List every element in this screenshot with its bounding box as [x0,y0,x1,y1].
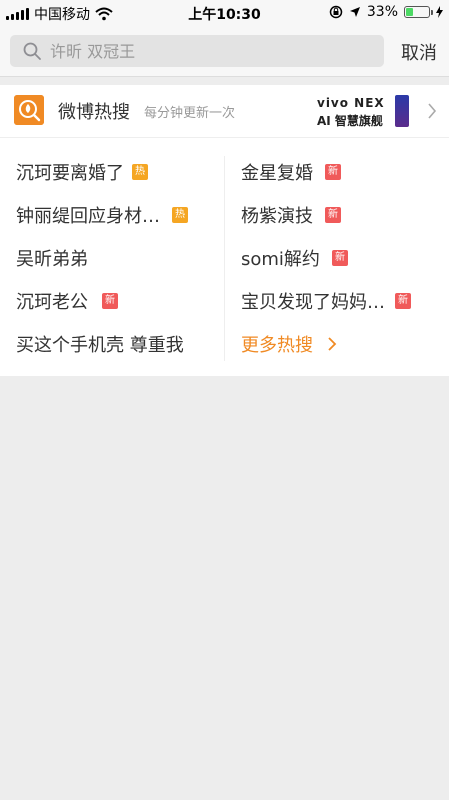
hot-item-left-5[interactable]: 买这个手机壳 尊重我 [16,329,184,359]
cancel-button[interactable]: 取消 [401,39,437,65]
hot-badge: 热 [132,164,148,180]
rotation-lock-icon [329,5,343,19]
ad-phone-image [395,95,409,127]
hot-item-right-2[interactable]: 杨紫演技 新 [241,200,341,230]
more-hot-search-label: 更多热搜 [241,335,313,356]
hot-item-text: somi解约 [241,249,320,270]
location-arrow-icon [349,7,360,17]
ad-line2: AI 智慧旗舰 [317,114,383,128]
search-header: 取消 [0,26,449,77]
battery-icon [404,6,433,18]
hot-item-text: 买这个手机壳 尊重我 [16,335,184,356]
hot-search-title: 微博热搜 [58,102,130,123]
hot-item-left-4[interactable]: 沉珂老公 新 [16,286,118,316]
hot-item-text: 钟丽缇回应身材… [16,206,160,227]
new-badge: 新 [325,207,341,223]
hot-search-header[interactable]: 微博热搜 每分钟更新一次 vivo NEX AI 智慧旗舰 [0,85,449,138]
ad-line1: vivo NEX [317,96,385,110]
search-icon [23,42,41,60]
chevron-right-icon[interactable] [427,102,437,120]
new-badge: 新 [395,293,411,309]
hot-item-right-1[interactable]: 金星复婚 新 [241,157,341,187]
battery-percent: 33% [366,4,398,20]
new-badge: 新 [325,164,341,180]
new-badge: 新 [331,250,348,266]
hot-item-text: 沉珂老公 [16,292,88,313]
hot-item-text: 宝贝发现了妈妈… [241,292,385,313]
hot-search-logo-icon [14,95,44,125]
ad-banner[interactable]: vivo NEX AI 智慧旗舰 [317,95,413,128]
new-badge: 新 [102,293,118,309]
hot-search-list: 沉珂要离婚了 热 钟丽缇回应身材… 热 吴昕弟弟 沉珂老公 新 买这个手机壳 尊… [0,138,449,376]
search-box[interactable] [10,35,384,67]
hot-item-text: 沉珂要离婚了 [16,163,124,184]
hot-item-left-2[interactable]: 钟丽缇回应身材… 热 [16,200,188,230]
hot-badge: 热 [172,207,188,223]
hot-item-text: 吴昕弟弟 [16,249,88,270]
search-input[interactable] [48,40,352,62]
charging-icon [436,6,443,18]
hot-item-right-3[interactable]: somi解约 新 [241,243,348,273]
status-bar: 中国移动 上午10:30 33% [0,0,449,26]
column-divider [224,156,225,361]
status-right: 33% [329,4,443,20]
chevron-right-icon [328,337,337,351]
hot-search-card: 微博热搜 每分钟更新一次 vivo NEX AI 智慧旗舰 沉珂要离婚了 热 钟… [0,85,449,376]
hot-item-left-3[interactable]: 吴昕弟弟 [16,243,88,273]
hot-item-text: 金星复婚 [241,163,313,184]
hot-item-text: 杨紫演技 [241,206,313,227]
hot-search-subtitle: 每分钟更新一次 [144,106,236,121]
hot-item-right-4[interactable]: 宝贝发现了妈妈… 新 [241,286,411,316]
more-hot-search-link[interactable]: 更多热搜 [241,329,337,359]
hot-item-left-1[interactable]: 沉珂要离婚了 热 [16,157,148,187]
